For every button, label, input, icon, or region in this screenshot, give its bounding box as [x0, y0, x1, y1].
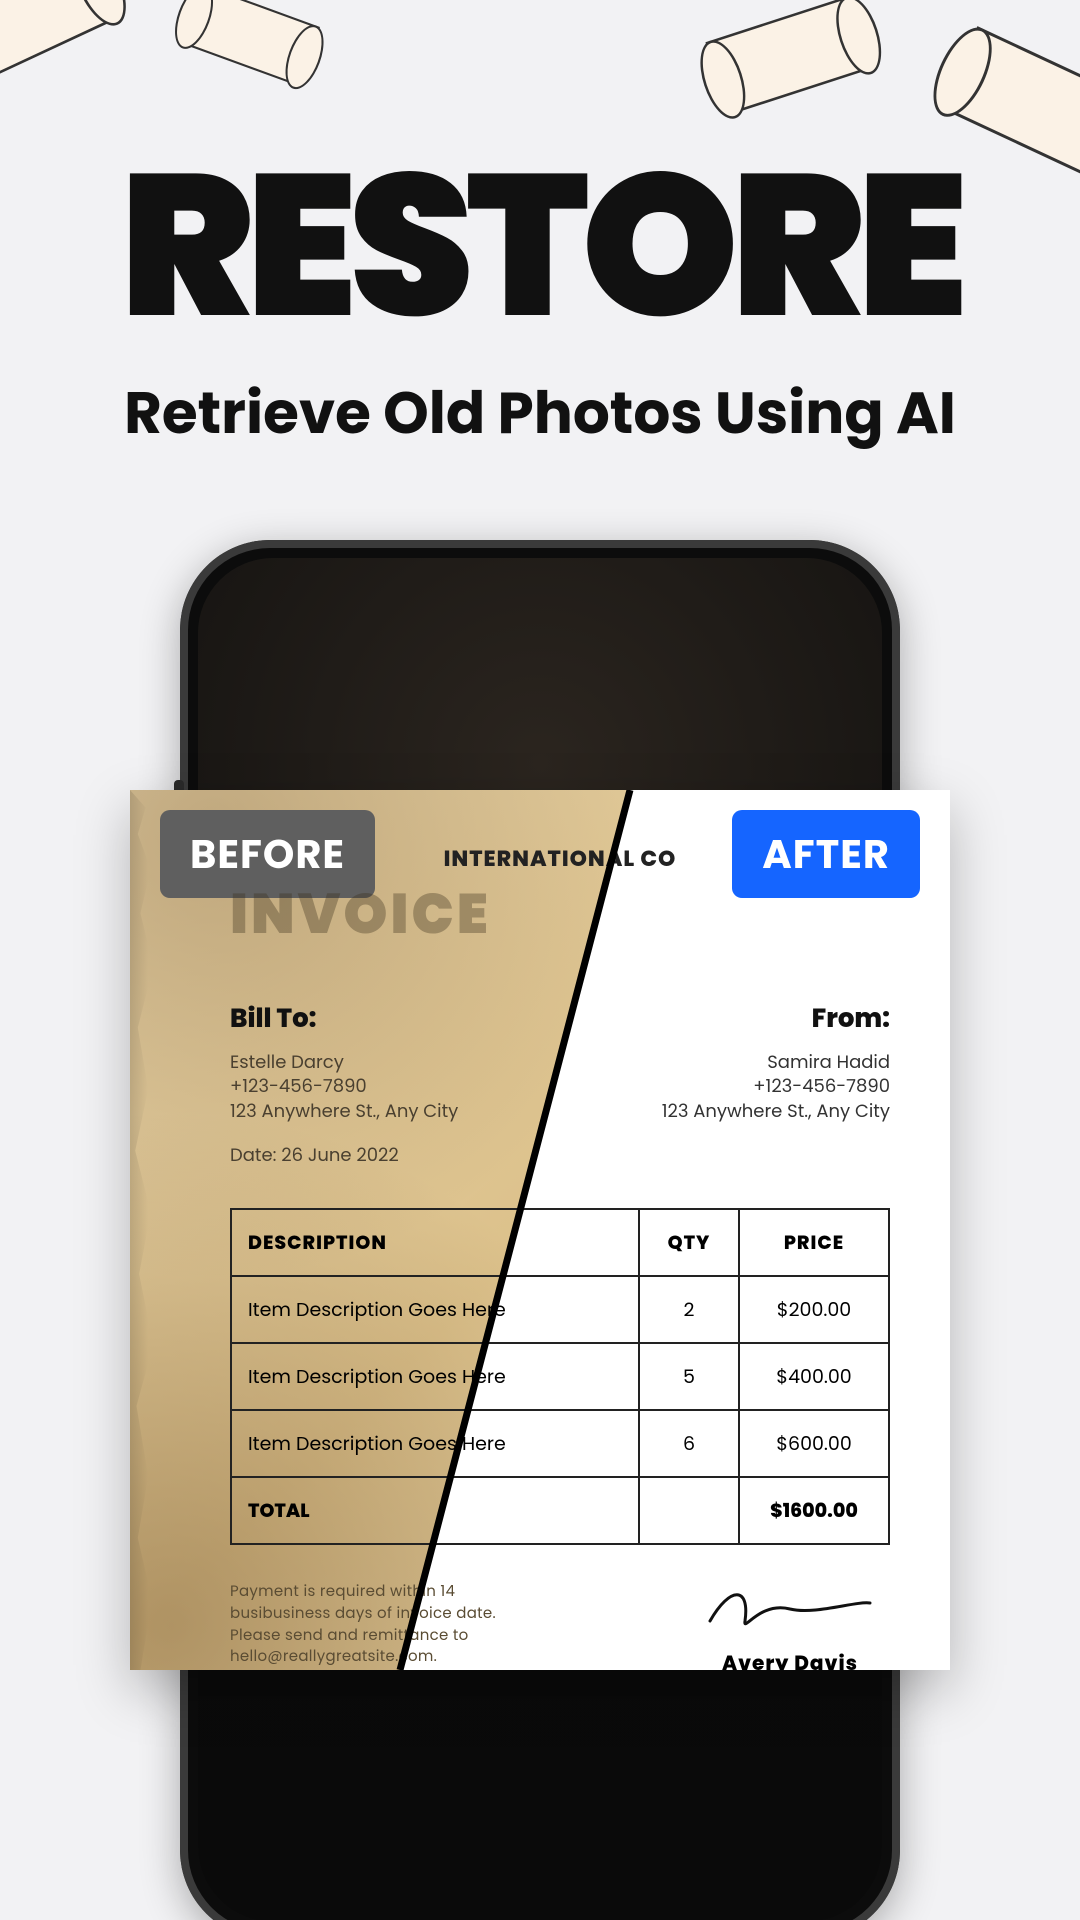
terms-line-1: Payment is required within 14 busibusine…: [230, 1581, 550, 1668]
from-name: Samira Hadid: [662, 1051, 890, 1075]
invoice-card: BEFORE AFTER INTERNATIONAL CO INVOICE Bi…: [130, 790, 950, 1670]
cell-desc: Item Description Goes Here: [231, 1343, 639, 1410]
table-row: Item Description Goes Here 6 $600.00: [231, 1410, 889, 1477]
bill-to-name: Estelle Darcy: [230, 1051, 458, 1075]
total-qty-blank: [639, 1477, 739, 1544]
col-description: DESCRIPTION: [231, 1209, 639, 1276]
from-address: 123 Anywhere St., Any City: [662, 1100, 890, 1124]
bill-to-block: Bill To: Estelle Darcy +123-456-7890 123…: [230, 1000, 458, 1168]
table-row: Item Description Goes Here 2 $200.00: [231, 1276, 889, 1343]
table-row: Item Description Goes Here 5 $400.00: [231, 1343, 889, 1410]
bill-to-address: 123 Anywhere St., Any City: [230, 1100, 458, 1124]
cell-qty: 6: [639, 1410, 739, 1477]
total-label: TOTAL: [231, 1477, 639, 1544]
bill-to-phone: +123-456-7890: [230, 1075, 458, 1099]
total-price: $1600.00: [739, 1477, 889, 1544]
from-phone: +123-456-7890: [662, 1075, 890, 1099]
cell-price: $200.00: [739, 1276, 889, 1343]
col-price: PRICE: [739, 1209, 889, 1276]
invoice-content: INTERNATIONAL CO INVOICE Bill To: Estell…: [130, 790, 950, 1670]
from-block: From: Samira Hadid +123-456-7890 123 Any…: [662, 1000, 890, 1168]
cell-desc: Item Description Goes Here: [231, 1276, 639, 1343]
cell-qty: 5: [639, 1343, 739, 1410]
from-label: From:: [662, 1000, 890, 1039]
col-qty: QTY: [639, 1209, 739, 1276]
line-items-table: DESCRIPTION QTY PRICE Item Description G…: [230, 1208, 890, 1545]
invoice-title: INVOICE: [230, 871, 890, 956]
cell-price: $400.00: [739, 1343, 889, 1410]
table-total-row: TOTAL $1600.00: [231, 1477, 889, 1544]
invoice-date: Date: 26 June 2022: [230, 1144, 458, 1168]
signature-block: Avery Davis Marketing: [690, 1581, 890, 1670]
parties: Bill To: Estelle Darcy +123-456-7890 123…: [230, 1000, 890, 1168]
cell-price: $600.00: [739, 1410, 889, 1477]
hero: RESTORE Retrieve Old Photos Using AI: [0, 0, 1080, 457]
cell-qty: 2: [639, 1276, 739, 1343]
invoice-footer: Payment is required within 14 busibusine…: [230, 1581, 890, 1670]
hero-subtitle: Retrieve Old Photos Using AI: [0, 370, 1080, 457]
table-header-row: DESCRIPTION QTY PRICE: [231, 1209, 889, 1276]
cell-desc: Item Description Goes Here: [231, 1410, 639, 1477]
payment-terms: Payment is required within 14 busibusine…: [230, 1581, 550, 1670]
hero-title: RESTORE: [0, 150, 1080, 340]
bill-to-label: Bill To:: [230, 1000, 458, 1039]
signature-icon: [705, 1581, 875, 1635]
signatory-name: Avery Davis: [690, 1648, 890, 1670]
